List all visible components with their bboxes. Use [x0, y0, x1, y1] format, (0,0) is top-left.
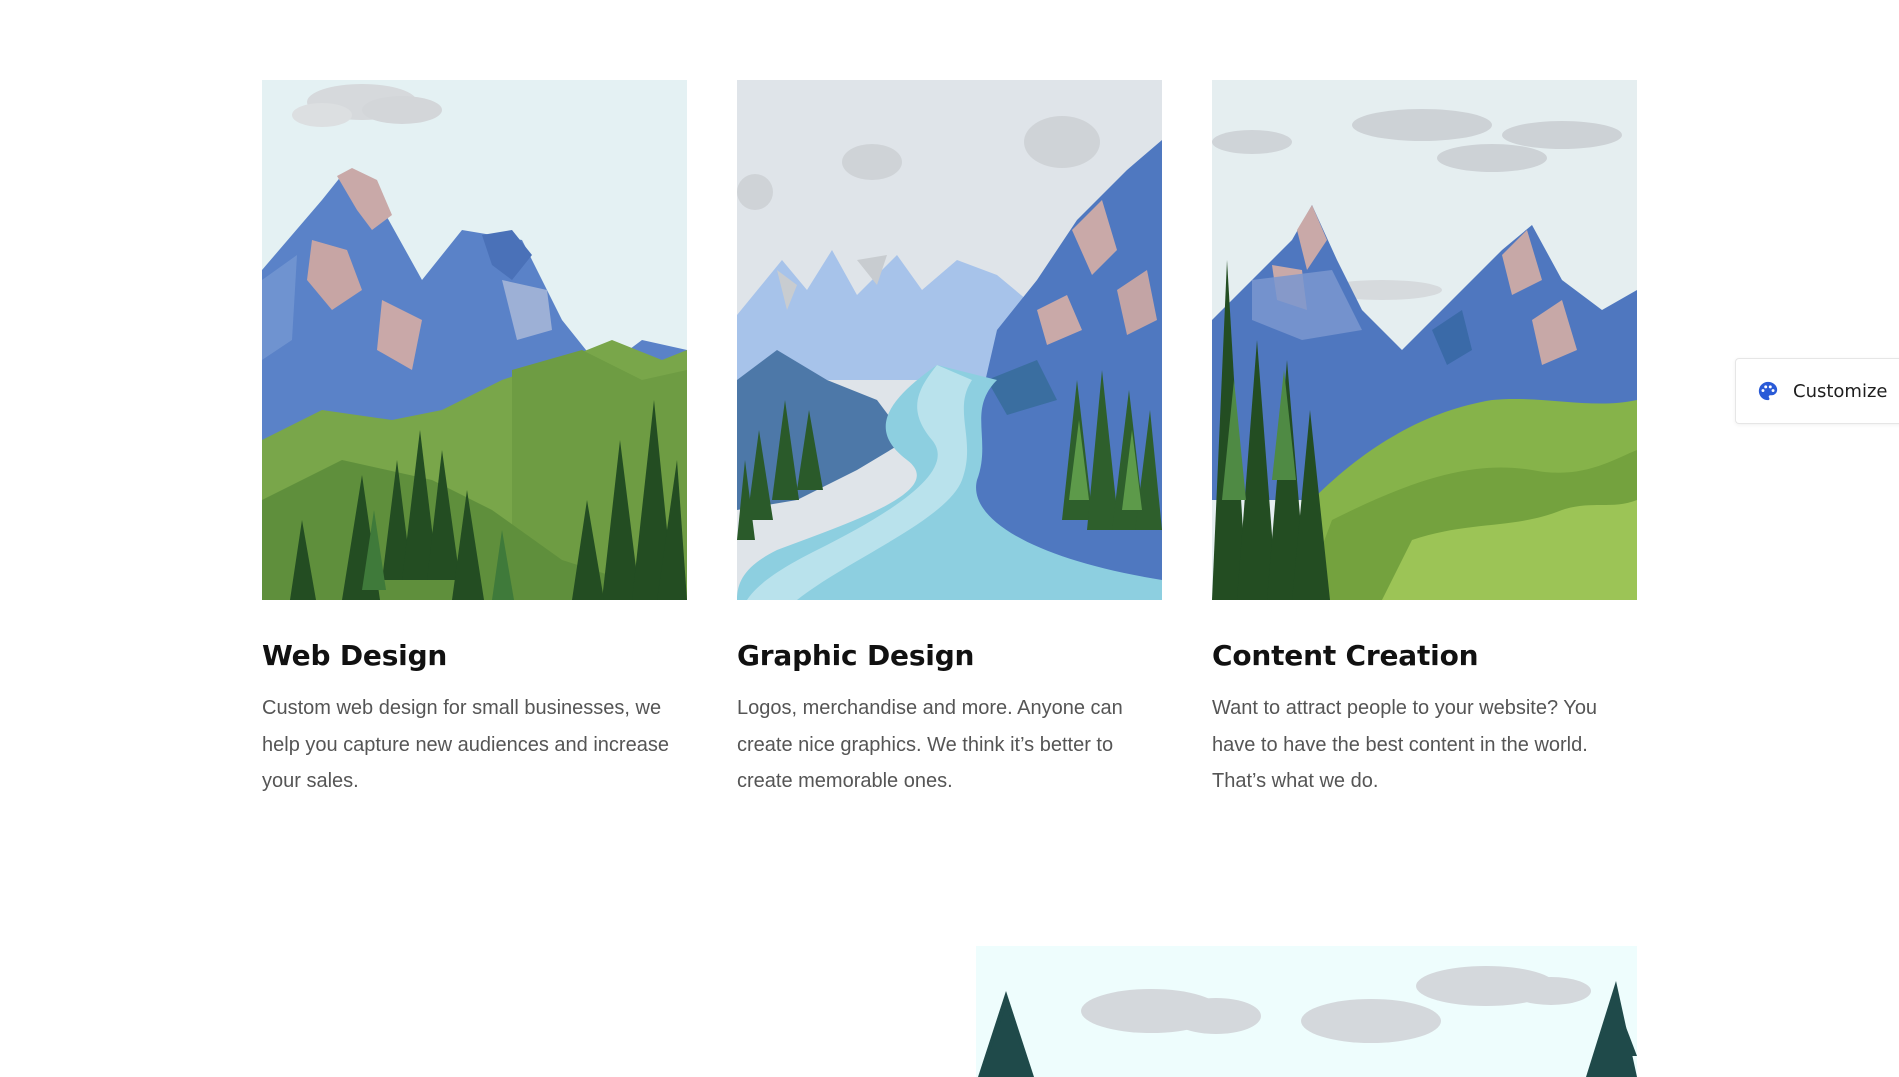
customize-label: Customize: [1793, 380, 1888, 402]
palette-icon: [1757, 380, 1779, 402]
card-title: Graphic Design: [737, 639, 975, 672]
service-card-graphic-design: Graphic Design Logos, merchandise and mo…: [737, 80, 1162, 800]
card-title: Content Creation: [1212, 639, 1479, 672]
customize-button[interactable]: Customize: [1735, 358, 1899, 424]
card-description: Logos, merchandise and more. Anyone can …: [737, 697, 1123, 792]
content-creation-image: [1212, 80, 1637, 600]
mountain-forest-illustration-icon: [262, 80, 687, 600]
card-description: Want to attract people to your website? …: [1212, 697, 1598, 792]
mountain-river-illustration-icon: [737, 80, 1162, 600]
web-design-image: [262, 80, 687, 600]
page: Web Design Custom web design for small b…: [0, 0, 1899, 1077]
bottom-illustration: [976, 946, 1637, 1077]
card-title: Web Design: [262, 639, 448, 672]
service-card-web-design: Web Design Custom web design for small b…: [262, 80, 687, 800]
graphic-design-image: [737, 80, 1162, 600]
card-description: Custom web design for small businesses, …: [262, 697, 669, 792]
mountain-meadow-illustration-icon: [1212, 80, 1637, 600]
forest-clouds-illustration-icon: [976, 946, 1637, 1077]
service-card-content-creation: Content Creation Want to attract people …: [1212, 80, 1637, 800]
